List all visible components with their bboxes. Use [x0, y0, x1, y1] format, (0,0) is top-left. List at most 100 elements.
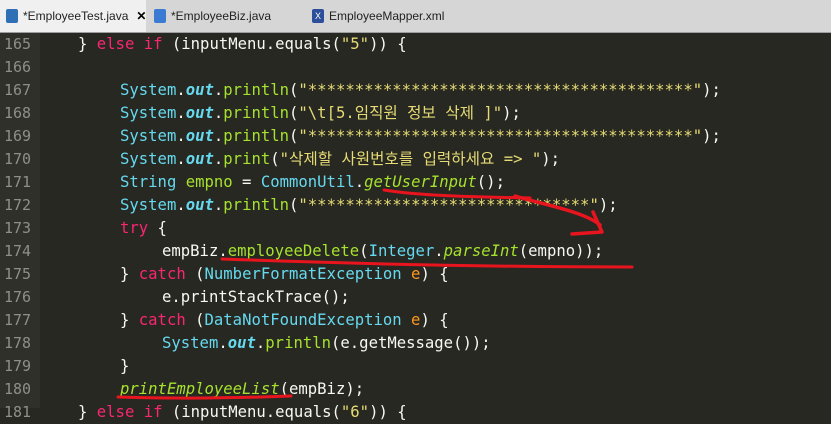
- string-token: "***************************************…: [298, 127, 703, 145]
- field-token: out: [185, 127, 214, 145]
- token: .: [176, 127, 186, 145]
- token: }: [120, 357, 130, 375]
- token: .: [218, 334, 228, 352]
- tab-label: EmployeeMapper.xml: [329, 9, 445, 23]
- code-line-176: e.printStackTrace();: [162, 286, 350, 309]
- keyword-token: try: [120, 219, 149, 237]
- token: .: [213, 127, 224, 145]
- token: .: [213, 196, 224, 214]
- token: (empBiz);: [279, 380, 365, 398]
- line-number: 179: [4, 357, 32, 375]
- xml-file-icon: X: [312, 9, 324, 23]
- token: .: [354, 173, 365, 191]
- type-token: Integer: [368, 242, 435, 260]
- tab-employeebiz-java[interactable]: *EmployeeBiz.java: [148, 0, 298, 32]
- variable-token: empno: [185, 173, 233, 191]
- token: =: [232, 173, 261, 191]
- type-token: System: [120, 104, 177, 122]
- line-number: 167: [4, 81, 32, 99]
- type-token: String: [120, 173, 186, 191]
- type-token: CommonUtil: [260, 173, 355, 191]
- token: (inputMenu.equals(: [162, 35, 341, 53]
- line-number: 181: [4, 403, 32, 421]
- token: .: [218, 242, 228, 260]
- close-icon[interactable]: ✕: [136, 9, 146, 23]
- line-number: 180: [4, 380, 32, 398]
- code-editor[interactable]: 165 166 167 168 169 170 171 172 173 174 …: [0, 33, 831, 421]
- method-token: print: [223, 150, 271, 168]
- code-line-177: } catch (DataNotFoundException e) {: [120, 309, 449, 332]
- code-line-165: } else if (inputMenu.equals("5")) {: [78, 33, 407, 56]
- line-number: 171: [4, 173, 32, 191]
- code-line-171: String empno = CommonUtil.getUserInput()…: [120, 171, 505, 194]
- token: )) {: [369, 403, 407, 421]
- code-line-175: } catch (NumberFormatException e) {: [120, 263, 449, 286]
- token: )) {: [369, 35, 407, 53]
- code-line-169: System.out.println("********************…: [120, 125, 721, 148]
- token: }: [78, 403, 97, 421]
- line-number: 173: [4, 219, 32, 237]
- variable-token: e: [401, 265, 421, 283]
- token: (: [289, 104, 299, 122]
- keyword-token: else if: [96, 403, 163, 421]
- method-token: println: [265, 334, 332, 352]
- token: (: [359, 242, 369, 260]
- string-token: "6": [340, 403, 370, 421]
- token: (: [289, 81, 299, 99]
- line-number: 170: [4, 150, 32, 168]
- type-token: DataNotFoundException: [204, 311, 402, 329]
- token: (empno));: [518, 242, 604, 260]
- code-line-181: } else if (inputMenu.equals("6")) {: [78, 401, 407, 424]
- token: .: [176, 104, 186, 122]
- token: e.printStackTrace();: [162, 288, 350, 306]
- variable-token: e: [401, 311, 421, 329]
- method-token: employeeDelete: [227, 242, 360, 260]
- code-line-180: printEmployeeList(empBiz);: [120, 378, 364, 401]
- code-line-168: System.out.println("\t[5.임직원 정보 삭제 ]");: [120, 102, 521, 125]
- field-token: out: [185, 81, 214, 99]
- line-number: 177: [4, 311, 32, 329]
- string-token: "******************************": [298, 196, 599, 214]
- line-number: 165: [4, 35, 32, 53]
- field-token: out: [185, 150, 214, 168]
- token: (inputMenu.equals(: [162, 403, 341, 421]
- tab-label: *EmployeeTest.java: [23, 9, 129, 23]
- type-token: System: [162, 334, 219, 352]
- token: .: [176, 81, 186, 99]
- token: ) {: [420, 311, 449, 329]
- code-line-174: empBiz.employeeDelete(Integer.parseInt(e…: [162, 240, 603, 263]
- token: (: [289, 127, 299, 145]
- token: .: [213, 150, 224, 168]
- method-token: printEmployeeList: [120, 380, 280, 398]
- token: (e.getMessage());: [331, 334, 491, 352]
- tab-employeemapper-xml[interactable]: X EmployeeMapper.xml: [306, 0, 476, 32]
- token: ();: [476, 173, 505, 191]
- token: {: [148, 219, 167, 237]
- token: (: [289, 196, 299, 214]
- token: .: [255, 334, 266, 352]
- code-line-170: System.out.print("삭제할 사원번호를 입력하세요 => ");: [120, 148, 560, 171]
- token: }: [120, 265, 139, 283]
- token: }: [120, 311, 139, 329]
- token: (: [270, 150, 280, 168]
- line-number: 168: [4, 104, 32, 122]
- method-token: println: [223, 127, 290, 145]
- editor-tab-bar: *EmployeeTest.java ✕ *EmployeeBiz.java X…: [0, 0, 831, 33]
- code-line-172: System.out.println("********************…: [120, 194, 618, 217]
- tab-label: *EmployeeBiz.java: [171, 9, 272, 23]
- token: .: [176, 150, 186, 168]
- token: );: [702, 81, 721, 99]
- tab-employeetest-java[interactable]: *EmployeeTest.java ✕: [0, 0, 146, 32]
- string-token: "\t[5.임직원 정보 삭제 ]": [298, 104, 503, 122]
- line-number-gutter: 165 166 167 168 169 170 171 172 173 174 …: [0, 33, 40, 421]
- token: );: [598, 196, 618, 214]
- token: );: [541, 150, 561, 168]
- line-number: 178: [4, 334, 32, 352]
- string-token: "삭제할 사원번호를 입력하세요 => ": [279, 150, 542, 168]
- type-token: System: [120, 127, 177, 145]
- method-token: parseInt: [443, 242, 519, 260]
- code-line-167: System.out.println("********************…: [120, 79, 721, 102]
- method-token: println: [223, 196, 290, 214]
- keyword-token: catch: [138, 311, 186, 329]
- token: (: [185, 265, 205, 283]
